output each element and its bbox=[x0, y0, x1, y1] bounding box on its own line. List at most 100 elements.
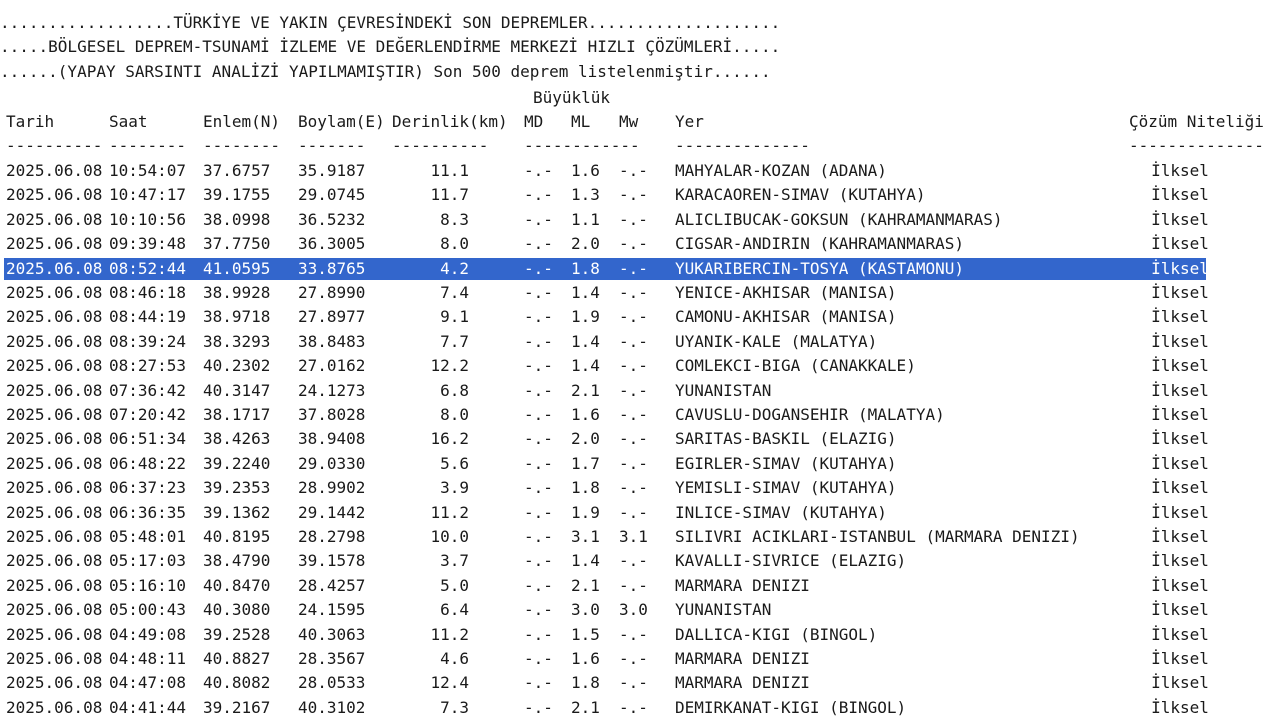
cell-quality: İlksel bbox=[1151, 551, 1209, 571]
cell-date: 2025.06.08 bbox=[6, 527, 103, 546]
cell-lat: 38.9928 bbox=[203, 283, 271, 302]
table-row[interactable]: 2025.06.08 08:39:24 38.3293 38.8483 7.7 -.- 1.… bbox=[0, 330, 1280, 354]
table-row[interactable]: 2025.06.08 06:51:34 38.4263 38.9408 16.2 -.- 2… bbox=[0, 427, 1280, 451]
cell-md: -.- bbox=[524, 161, 553, 180]
table-row[interactable]: 2025.06.08 06:36:35 39.1362 29.1442 11.2 -.- 1… bbox=[0, 501, 1280, 525]
cell-place: CAVUSLU-DOGANSEHIR (MALATYA) bbox=[675, 405, 945, 424]
table-row[interactable]: 2025.06.08 08:44:19 38.9718 27.8977 9.1 -.- 1.… bbox=[0, 305, 1280, 329]
cell-quality: İlksel bbox=[1151, 283, 1209, 302]
table-row[interactable]: 2025.06.08 07:36:42 40.3147 24.1273 6.8 -.- 2.… bbox=[0, 379, 1280, 403]
cell-lon: 28.0533 bbox=[298, 673, 366, 693]
table-row[interactable]: 2025.06.08 10:10:56 38.0998 36.5232 8.3 -.- 1.… bbox=[0, 208, 1280, 232]
sep-yer: -------------- bbox=[675, 136, 810, 155]
cell-lat: 38.1717 bbox=[203, 405, 271, 424]
table-row[interactable]: 2025.06.08 10:47:17 39.1755 29.0745 11.7 -.- 1… bbox=[0, 183, 1280, 207]
table-row[interactable]: 2025.06.08 07:20:42 38.1717 37.8028 8.0 -.- 1.… bbox=[0, 403, 1280, 427]
cell-mw: -.- bbox=[619, 234, 648, 254]
cell-time: 06:51:34 bbox=[109, 429, 187, 449]
cell-time: 10:47:17 bbox=[109, 185, 187, 205]
cell-place: DEMIRKANAT-KIGI (BINGOL) bbox=[675, 697, 907, 717]
cell-lat: 38.0998 bbox=[203, 209, 271, 229]
cell-time: 04:49:08 bbox=[109, 624, 187, 644]
table-row[interactable]: 2025.06.08 06:48:22 39.2240 29.0330 5.6 -.- 1.… bbox=[0, 452, 1280, 476]
cell-depth: 11.7 bbox=[430, 185, 469, 205]
table-row[interactable]: 2025.06.08 08:46:18 38.9928 27.8990 7.4 -.- 1.… bbox=[0, 281, 1280, 305]
cell-ml: 1.9 bbox=[571, 307, 600, 327]
cell-mw: -.- bbox=[619, 258, 648, 278]
cell-depth: 4.6 bbox=[440, 649, 469, 668]
cell-md: -.- bbox=[524, 380, 553, 400]
cell-lat: 37.7750 bbox=[203, 234, 271, 254]
cell-depth: 5.0 bbox=[440, 575, 469, 595]
cell-lon: 28.9902 bbox=[298, 478, 366, 498]
cell-ml: 1.4 bbox=[571, 283, 600, 302]
cell-md: -.- bbox=[524, 453, 553, 473]
table-row[interactable]: 2025.06.08 05:48:01 40.8195 28.2798 10.0 -.- 3… bbox=[0, 525, 1280, 549]
cell-quality: İlksel bbox=[1151, 624, 1209, 644]
cell-depth: 11.1 bbox=[430, 161, 469, 180]
table-row[interactable]: 2025.06.08 06:37:23 39.2353 28.9902 3.9 -.- 1.… bbox=[0, 476, 1280, 500]
column-header-row: Tarih Saat Enlem(N) Boylam(E) Derinlik(k… bbox=[0, 110, 1280, 134]
cell-lon: 29.0330 bbox=[298, 453, 366, 473]
cell-md: -.- bbox=[524, 258, 553, 278]
sep-nitelik: -------------- bbox=[1129, 136, 1264, 155]
cell-lon: 27.0162 bbox=[298, 356, 366, 376]
cell-mw: -.- bbox=[619, 697, 648, 717]
cell-time: 06:48:22 bbox=[109, 453, 187, 473]
table-row[interactable]: 2025.06.08 04:41:44 39.2167 40.3102 7.3 -.- 2.… bbox=[0, 696, 1280, 720]
cell-md: -.- bbox=[524, 600, 553, 620]
sep-mag: ------------ bbox=[524, 136, 640, 155]
cell-lat: 41.0595 bbox=[203, 258, 271, 278]
cell-lon: 24.1595 bbox=[298, 600, 366, 620]
cell-md: -.- bbox=[524, 624, 553, 644]
table-row[interactable]: 2025.06.08 09:39:48 37.7750 36.3005 8.0 -.- 2.… bbox=[0, 232, 1280, 256]
cell-mw: -.- bbox=[619, 380, 648, 400]
cell-mw: -.- bbox=[619, 649, 648, 668]
cell-mw: -.- bbox=[619, 185, 648, 205]
cell-lon: 29.0745 bbox=[298, 185, 366, 205]
cell-quality: İlksel bbox=[1151, 185, 1209, 205]
cell-md: -.- bbox=[524, 551, 553, 571]
cell-lon: 37.8028 bbox=[298, 405, 366, 424]
cell-md: -.- bbox=[524, 649, 553, 668]
table-row[interactable]: 2025.06.08 05:17:03 38.4790 39.1578 3.7 -.- 1.… bbox=[0, 549, 1280, 573]
table-row[interactable]: 2025.06.08 04:47:08 40.8082 28.0533 12.4 -.- 1… bbox=[0, 671, 1280, 695]
table-row[interactable]: 2025.06.08 10:54:07 37.6757 35.9187 11.1 -.- 1… bbox=[0, 159, 1280, 183]
cell-mw: -.- bbox=[619, 307, 648, 327]
cell-md: -.- bbox=[524, 405, 553, 424]
table-row[interactable]: 2025.06.08 08:27:53 40.2302 27.0162 12.2 -.- 1… bbox=[0, 354, 1280, 378]
cell-quality: İlksel bbox=[1151, 502, 1209, 522]
cell-mw: -.- bbox=[619, 283, 648, 302]
cell-mw: -.- bbox=[619, 575, 648, 595]
cell-depth: 8.3 bbox=[440, 209, 469, 229]
cell-date: 2025.06.08 bbox=[6, 234, 103, 254]
cell-quality: İlksel bbox=[1151, 453, 1209, 473]
cell-place: COMLEKCI-BIGA (CANAKKALE) bbox=[675, 356, 916, 376]
col-yer: Yer bbox=[675, 112, 704, 131]
cell-ml: 1.6 bbox=[571, 161, 600, 180]
cell-time: 08:39:24 bbox=[109, 331, 187, 351]
cell-quality: İlksel bbox=[1151, 575, 1209, 595]
table-row[interactable]: 2025.06.08 04:48:11 40.8827 28.3567 4.6 -.- 1.… bbox=[0, 647, 1280, 671]
cell-md: -.- bbox=[524, 283, 553, 302]
table-row[interactable]: 2025.06.08 08:52:44 41.0595 33.8765 4.2 -.- 1.… bbox=[0, 257, 1280, 281]
cell-quality: İlksel bbox=[1151, 380, 1209, 400]
table-row[interactable]: 2025.06.08 04:49:08 39.2528 40.3063 11.2 -.- 1… bbox=[0, 623, 1280, 647]
cell-place: YEMISLI-SIMAV (KUTAHYA) bbox=[675, 478, 897, 498]
table-row[interactable]: 2025.06.08 05:16:10 40.8470 28.4257 5.0 -.- 2.… bbox=[0, 574, 1280, 598]
header-line-2: .....BÖLGESEL DEPREM-TSUNAMİ İZLEME VE D… bbox=[0, 37, 781, 56]
cell-lon: 28.2798 bbox=[298, 527, 366, 546]
table-row[interactable]: 2025.06.08 05:00:43 40.3080 24.1595 6.4 -.- 3.… bbox=[0, 598, 1280, 622]
cell-time: 10:54:07 bbox=[109, 161, 187, 180]
header-line-1: ..................TÜRKİYE VE YAKIN ÇEVRE… bbox=[0, 13, 781, 32]
cell-quality: İlksel bbox=[1151, 161, 1209, 180]
cell-time: 10:10:56 bbox=[109, 209, 187, 229]
cell-date: 2025.06.08 bbox=[6, 600, 103, 620]
cell-time: 06:36:35 bbox=[109, 502, 187, 522]
cell-date: 2025.06.08 bbox=[6, 405, 103, 424]
cell-lon: 36.5232 bbox=[298, 209, 366, 229]
cell-mw: -.- bbox=[619, 161, 648, 180]
cell-quality: İlksel bbox=[1151, 600, 1209, 620]
cell-time: 08:44:19 bbox=[109, 307, 187, 327]
cell-place: CIGSAR-ANDIRIN (KAHRAMANMARAS) bbox=[675, 234, 964, 254]
